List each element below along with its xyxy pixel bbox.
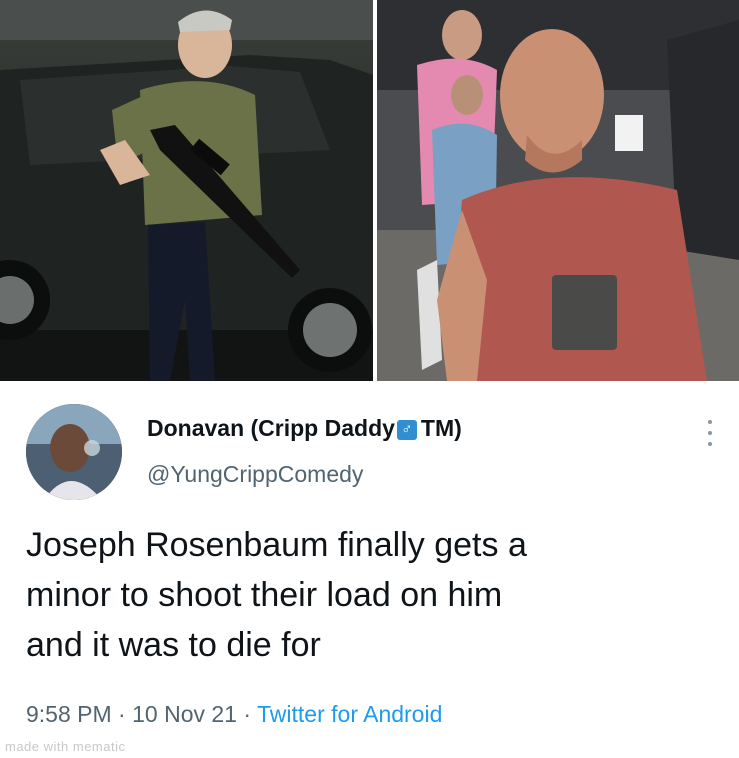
meta-separator: ·: [118, 701, 126, 727]
tweet-text-line: minor to shoot their load on him: [26, 576, 503, 614]
user-avatar-icon[interactable]: [26, 404, 122, 500]
watermark-text: made with mematic: [5, 739, 126, 754]
tweet-text-line: and it was to die for: [26, 626, 321, 664]
display-name[interactable]: Donavan (Cripp Daddy ♂ TM): [147, 415, 462, 442]
left-photo: [0, 0, 373, 381]
tweet-source-link[interactable]: Twitter for Android: [257, 701, 442, 727]
tweet-time[interactable]: 9:58 PM: [26, 701, 112, 727]
more-options-icon[interactable]: [707, 420, 713, 446]
display-name-suffix[interactable]: TM): [421, 415, 462, 441]
tweet-text-line: Joseph Rosenbaum finally gets a: [26, 526, 527, 564]
male-sign-icon: ♂: [396, 419, 417, 440]
display-name-text[interactable]: Donavan (Cripp Daddy: [147, 415, 395, 441]
right-photo: [377, 0, 739, 381]
tweet-date[interactable]: 10 Nov 21: [132, 701, 237, 727]
user-handle[interactable]: @YungCrippComedy: [147, 461, 363, 488]
meta-separator: ·: [243, 701, 252, 727]
tweet-meta: 9:58 PM · 10 Nov 21 · Twitter for Androi…: [26, 701, 442, 728]
photo-collage: [0, 0, 739, 381]
tweet-text: Joseph Rosenbaum finally gets a minor to…: [26, 520, 716, 670]
